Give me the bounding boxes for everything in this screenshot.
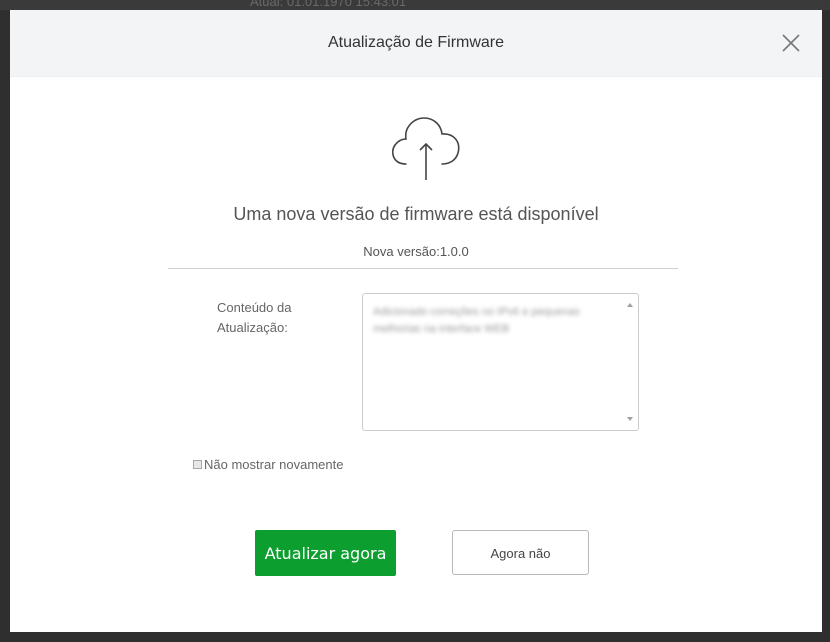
dont-show-again-label: Não mostrar novamente bbox=[204, 457, 344, 472]
update-headline: Uma nova versão de firmware está disponí… bbox=[233, 204, 599, 224]
notes-scrollbar[interactable] bbox=[624, 294, 638, 430]
not-now-button[interactable]: Agora não bbox=[452, 530, 589, 575]
background-page: Atual: 01.01.1970 15:43:01 bbox=[0, 0, 830, 10]
dialog-title: Atualização de Firmware bbox=[327, 34, 505, 51]
scroll-down-icon[interactable] bbox=[627, 417, 633, 421]
cloud-upload-icon bbox=[391, 117, 460, 180]
release-notes-textarea[interactable]: Adicionado correções no IPv6 e pequenas … bbox=[362, 293, 639, 431]
scroll-up-icon[interactable] bbox=[627, 303, 633, 307]
update-content-label: Conteúdo da Atualização: bbox=[217, 300, 292, 335]
update-now-button[interactable]: Atualizar agora bbox=[255, 530, 396, 576]
divider bbox=[168, 268, 678, 269]
new-version-text: Nova versão:1.0.0 bbox=[363, 244, 469, 259]
dont-show-again-option[interactable]: Não mostrar novamente bbox=[193, 457, 343, 472]
release-notes-text: Adicionado correções no IPv6 e pequenas … bbox=[373, 306, 580, 335]
firmware-update-dialog: Atualização de Firmware Uma nova versão … bbox=[10, 10, 822, 632]
background-time-text: Atual: 01.01.1970 15:43:01 bbox=[250, 0, 407, 9]
dont-show-again-checkbox[interactable] bbox=[193, 460, 202, 469]
close-icon[interactable] bbox=[780, 32, 802, 54]
dialog-header: Atualização de Firmware bbox=[10, 10, 822, 77]
